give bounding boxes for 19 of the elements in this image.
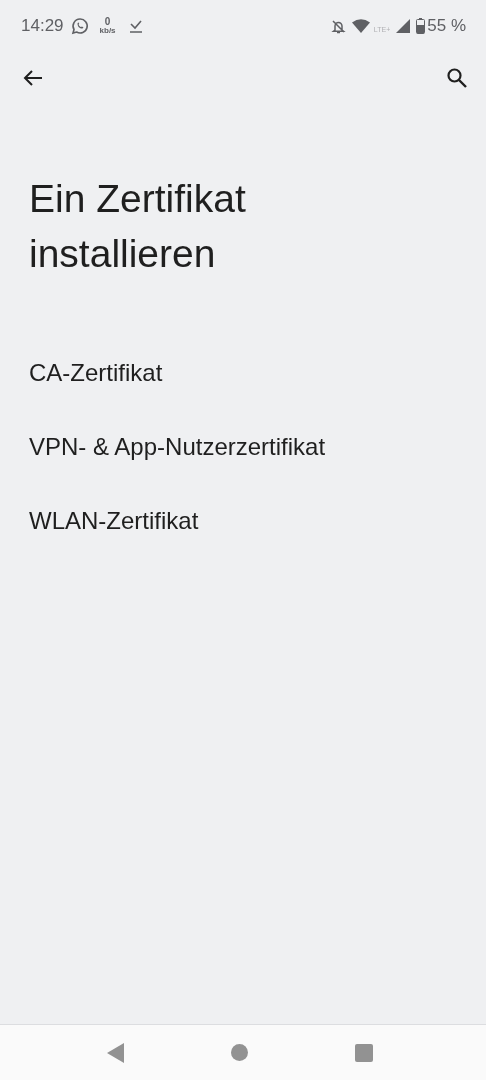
speed-unit: kb/s (99, 27, 116, 35)
speed-value: 0 (104, 17, 111, 27)
list-item[interactable]: VPN- & App-Nutzerzertifikat (29, 429, 326, 465)
muted-bell-icon (330, 18, 346, 34)
back-triangle-icon[interactable] (107, 1042, 124, 1063)
download-done-icon (128, 19, 143, 33)
battery-level: 55 % (427, 15, 466, 38)
list-item[interactable]: CA-Zertifikat (29, 355, 163, 391)
search-button[interactable] (446, 67, 468, 89)
search-icon (446, 67, 468, 89)
recents-square-icon[interactable] (355, 1043, 373, 1062)
wifi-icon (351, 19, 370, 33)
page-title: Ein Zertifikat installieren (28, 176, 247, 277)
chat-icon (70, 17, 89, 35)
list-item[interactable]: WLAN-Zertifikat (29, 503, 199, 539)
status-time: 14:29 (21, 15, 64, 38)
battery-icon (416, 18, 426, 34)
signal-icon (396, 19, 411, 33)
home-circle-icon[interactable] (231, 1044, 248, 1061)
